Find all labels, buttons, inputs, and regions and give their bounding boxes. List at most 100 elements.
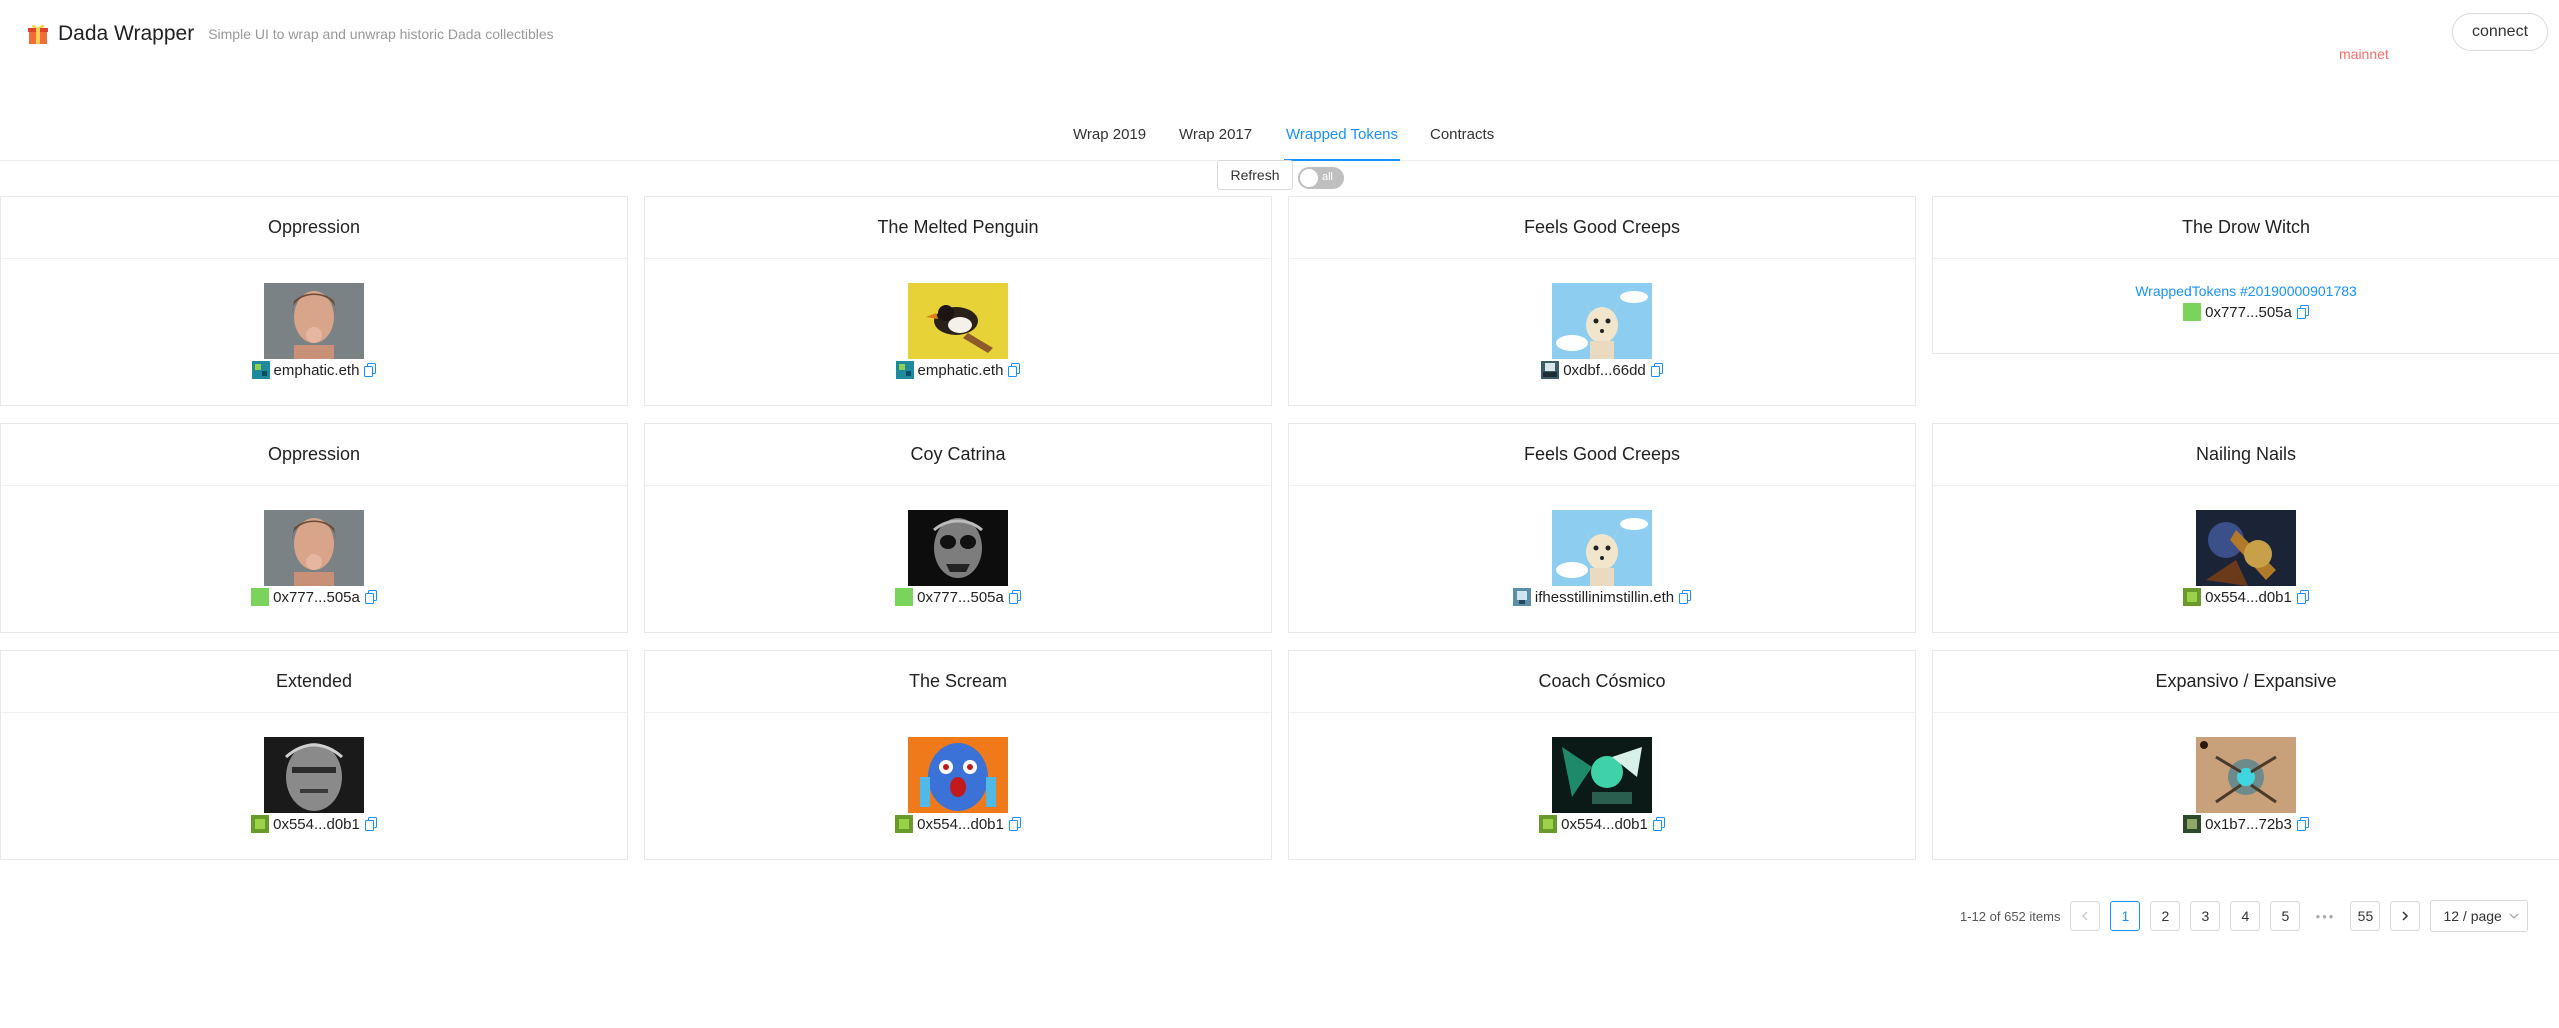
token-card[interactable]: The Drow Witch WrappedTokens #2019000090… bbox=[1932, 196, 2559, 354]
owner-name[interactable]: 0x777...505a bbox=[2205, 304, 2292, 321]
toggle-label: all bbox=[1322, 171, 1334, 183]
card-title: Feels Good Creeps bbox=[1289, 197, 1915, 259]
token-image[interactable] bbox=[2196, 737, 2296, 813]
token-image[interactable] bbox=[908, 510, 1008, 586]
owner-row: 0x1b7...72b3 bbox=[1933, 815, 2559, 833]
card-title: The Melted Penguin bbox=[645, 197, 1271, 259]
token-image[interactable] bbox=[2196, 510, 2296, 586]
copy-icon[interactable] bbox=[1652, 817, 1665, 831]
owner-avatar bbox=[2183, 815, 2202, 833]
card-title: The Scream bbox=[645, 651, 1271, 713]
owner-row: 0x777...505a bbox=[645, 588, 1271, 606]
copy-icon[interactable] bbox=[1008, 817, 1021, 831]
show-all-toggle[interactable]: all bbox=[1298, 167, 1344, 189]
owner-name[interactable]: 0xdbf...66dd bbox=[1563, 362, 1646, 379]
brand: Dada Wrapper Simple UI to wrap and unwra… bbox=[28, 22, 554, 46]
token-card[interactable]: Oppression emphatic.eth bbox=[0, 196, 628, 406]
copy-icon[interactable] bbox=[2296, 305, 2309, 319]
owner-name[interactable]: ifhesstillinimstillin.eth bbox=[1535, 589, 1674, 606]
owner-name[interactable]: 0x777...505a bbox=[917, 589, 1004, 606]
owner-row: 0xdbf...66dd bbox=[1289, 361, 1915, 379]
token-image[interactable] bbox=[908, 737, 1008, 813]
card-title: The Drow Witch bbox=[1933, 197, 2559, 259]
owner-avatar bbox=[895, 815, 914, 833]
chevron-right-icon bbox=[2402, 911, 2409, 921]
copy-icon[interactable] bbox=[2296, 590, 2309, 604]
toggle-knob bbox=[1300, 169, 1318, 187]
pagination: 1-12 of 652 items 1 2 3 4 5 ••• 55 12 / … bbox=[1960, 900, 2529, 932]
tab-wrap-2019[interactable]: Wrap 2019 bbox=[1071, 126, 1148, 159]
token-card[interactable]: Feels Good Creeps 0xdbf...66dd bbox=[1288, 196, 1916, 406]
copy-icon[interactable] bbox=[364, 817, 377, 831]
token-image[interactable] bbox=[1552, 737, 1652, 813]
page-button-4[interactable]: 4 bbox=[2230, 901, 2261, 931]
token-grid: Oppression emphatic.eth The Melted Pengu… bbox=[0, 196, 2559, 860]
copy-icon[interactable] bbox=[1008, 363, 1021, 377]
token-card[interactable]: Coy Catrina 0x777...505a bbox=[644, 423, 1272, 633]
owner-avatar bbox=[2183, 588, 2202, 606]
copy-icon[interactable] bbox=[1008, 590, 1021, 604]
tab-bar: Wrap 2019 Wrap 2017 Wrapped Tokens Contr… bbox=[0, 118, 2559, 161]
token-card[interactable]: The Scream 0x554...d0b1 bbox=[644, 650, 1272, 860]
page-size-select[interactable]: 12 / page bbox=[2430, 900, 2529, 932]
token-card[interactable]: Coach Cósmico 0x554...d0b1 bbox=[1288, 650, 1916, 860]
chevron-down-icon bbox=[2509, 913, 2519, 919]
card-title: Expansivo / Expansive bbox=[1933, 651, 2559, 713]
tab-wrap-2017[interactable]: Wrap 2017 bbox=[1177, 126, 1254, 159]
token-image[interactable] bbox=[264, 510, 364, 586]
copy-icon[interactable] bbox=[1650, 363, 1663, 377]
copy-icon[interactable] bbox=[364, 590, 377, 604]
owner-row: 0x777...505a bbox=[1933, 303, 2559, 321]
owner-name[interactable]: emphatic.eth bbox=[274, 362, 360, 379]
owner-name[interactable]: 0x1b7...72b3 bbox=[2205, 816, 2292, 833]
app-title: Dada Wrapper bbox=[58, 22, 195, 45]
app-header: Dada Wrapper Simple UI to wrap and unwra… bbox=[0, 0, 2559, 80]
image-alt-text[interactable]: WrappedTokens #20190000901783 bbox=[2135, 283, 2357, 299]
token-card[interactable]: Extended 0x554...d0b1 bbox=[0, 650, 628, 860]
owner-avatar bbox=[2183, 303, 2202, 321]
token-card[interactable]: Oppression 0x777...505a bbox=[0, 423, 628, 633]
owner-row: 0x554...d0b1 bbox=[645, 815, 1271, 833]
owner-name[interactable]: 0x554...d0b1 bbox=[2205, 589, 2292, 606]
broken-image[interactable]: WrappedTokens #20190000901783 bbox=[1933, 283, 2559, 301]
owner-name[interactable]: emphatic.eth bbox=[918, 362, 1004, 379]
page-button-3[interactable]: 3 bbox=[2190, 901, 2221, 931]
owner-name[interactable]: 0x554...d0b1 bbox=[1561, 816, 1648, 833]
owner-name[interactable]: 0x554...d0b1 bbox=[273, 816, 360, 833]
page-button-last[interactable]: 55 bbox=[2350, 901, 2381, 931]
refresh-button[interactable]: Refresh bbox=[1217, 160, 1293, 190]
copy-icon[interactable] bbox=[1679, 590, 1692, 604]
copy-icon[interactable] bbox=[364, 363, 377, 377]
tab-wrapped-tokens[interactable]: Wrapped Tokens bbox=[1284, 126, 1401, 161]
token-image[interactable] bbox=[908, 283, 1008, 359]
card-title: Nailing Nails bbox=[1933, 424, 2559, 486]
gift-icon bbox=[28, 24, 48, 44]
card-title: Feels Good Creeps bbox=[1289, 424, 1915, 486]
page-button-5[interactable]: 5 bbox=[2270, 901, 2301, 931]
network-indicator: mainnet bbox=[2339, 46, 2389, 62]
token-card[interactable]: Feels Good Creeps ifhesstillinimstillin.… bbox=[1288, 423, 1916, 633]
token-card[interactable]: The Melted Penguin emphatic.eth bbox=[644, 196, 1272, 406]
owner-avatar bbox=[895, 588, 914, 606]
token-image[interactable] bbox=[1552, 510, 1652, 586]
token-image[interactable] bbox=[264, 283, 364, 359]
page-button-2[interactable]: 2 bbox=[2150, 901, 2181, 931]
token-image[interactable] bbox=[1552, 283, 1652, 359]
tab-contracts[interactable]: Contracts bbox=[1428, 126, 1496, 159]
connect-button[interactable]: connect bbox=[2452, 13, 2548, 51]
token-card[interactable]: Nailing Nails 0x554...d0b1 bbox=[1932, 423, 2559, 633]
page-button-1[interactable]: 1 bbox=[2110, 901, 2141, 931]
jump-next-ellipsis[interactable]: ••• bbox=[2310, 909, 2340, 924]
card-title: Coach Cósmico bbox=[1289, 651, 1915, 713]
owner-row: 0x777...505a bbox=[1, 588, 627, 606]
token-image[interactable] bbox=[264, 737, 364, 813]
prev-page-button[interactable] bbox=[2070, 901, 2101, 931]
next-page-button[interactable] bbox=[2390, 901, 2421, 931]
owner-name[interactable]: 0x777...505a bbox=[273, 589, 360, 606]
owner-name[interactable]: 0x554...d0b1 bbox=[917, 816, 1004, 833]
token-card[interactable]: Expansivo / Expansive 0x1b7...72b3 bbox=[1932, 650, 2559, 860]
pagination-summary: 1-12 of 652 items bbox=[1960, 908, 2061, 924]
card-title: Coy Catrina bbox=[645, 424, 1271, 486]
page-size-value: 12 / page bbox=[2443, 908, 2502, 924]
copy-icon[interactable] bbox=[2296, 817, 2309, 831]
